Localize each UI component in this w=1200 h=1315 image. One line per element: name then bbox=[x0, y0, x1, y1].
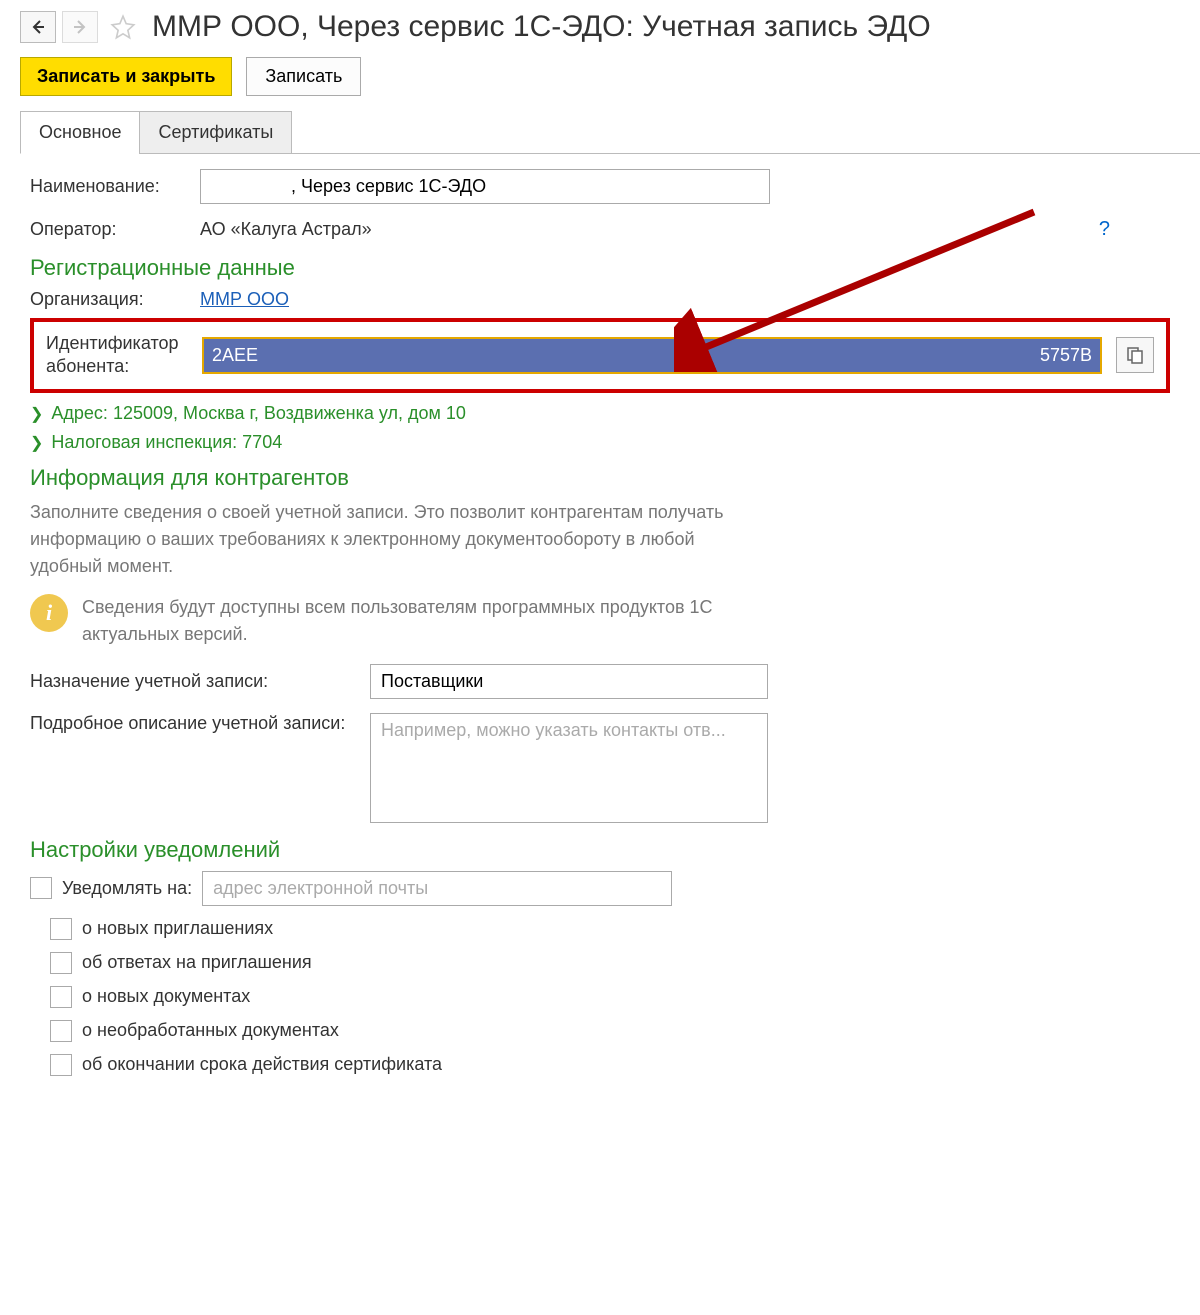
notify-option-label: об ответах на приглашения bbox=[82, 952, 312, 973]
chevron-right-icon: ❯ bbox=[30, 433, 43, 453]
info-note-text: Сведения будут доступны всем пользовател… bbox=[82, 594, 762, 648]
counterparty-section-title: Информация для контрагентов bbox=[30, 465, 1170, 491]
description-label: Подробное описание учетной записи: bbox=[30, 713, 370, 734]
notify-new-docs-checkbox[interactable] bbox=[50, 986, 72, 1008]
chevron-right-icon: ❯ bbox=[30, 404, 43, 424]
subscriber-id-label: Идентификатор абонента: bbox=[46, 332, 194, 379]
notify-section-title: Настройки уведомлений bbox=[30, 837, 1170, 863]
notify-option-label: о необработанных документах bbox=[82, 1020, 339, 1041]
page-title: ММР ООО, Через сервис 1С-ЭДО: Учетная за… bbox=[152, 10, 931, 44]
nav-back-button[interactable] bbox=[20, 11, 56, 43]
save-and-close-button[interactable]: Записать и закрыть bbox=[20, 57, 232, 96]
save-button[interactable]: Записать bbox=[246, 57, 361, 96]
org-link[interactable]: ММР ООО bbox=[200, 289, 289, 310]
favorite-star-icon[interactable] bbox=[108, 12, 138, 42]
notify-unprocessed-docs-checkbox[interactable] bbox=[50, 1020, 72, 1042]
purpose-input[interactable] bbox=[370, 664, 768, 699]
address-expander[interactable]: Адрес: 125009, Москва г, Воздвиженка ул,… bbox=[51, 403, 466, 424]
copy-button[interactable] bbox=[1116, 337, 1154, 373]
toolbar: Записать и закрыть Записать bbox=[0, 49, 1200, 111]
notify-new-invites-checkbox[interactable] bbox=[50, 918, 72, 940]
purpose-label: Назначение учетной записи: bbox=[30, 671, 370, 692]
notify-invite-replies-checkbox[interactable] bbox=[50, 952, 72, 974]
notify-cert-expiry-checkbox[interactable] bbox=[50, 1054, 72, 1076]
org-label: Организация: bbox=[30, 289, 200, 310]
tab-certificates[interactable]: Сертификаты bbox=[139, 111, 292, 154]
help-icon[interactable]: ? bbox=[1099, 218, 1110, 241]
copy-icon bbox=[1126, 346, 1144, 364]
notify-option-label: о новых документах bbox=[82, 986, 250, 1007]
tax-expander[interactable]: Налоговая инспекция: 7704 bbox=[51, 432, 282, 453]
description-textarea[interactable] bbox=[370, 713, 768, 823]
name-label: Наименование: bbox=[30, 176, 200, 197]
registration-section-title: Регистрационные данные bbox=[30, 255, 1170, 281]
notify-on-checkbox[interactable] bbox=[30, 877, 52, 899]
subscriber-id-highlight: Идентификатор абонента: 2AEE 5757B bbox=[30, 318, 1170, 393]
notify-option-label: о новых приглашениях bbox=[82, 918, 273, 939]
tabs-bar: Основное Сертификаты bbox=[0, 111, 1200, 154]
header: ММР ООО, Через сервис 1С-ЭДО: Учетная за… bbox=[0, 0, 1200, 49]
notify-on-label: Уведомлять на: bbox=[62, 878, 192, 899]
subscriber-id-field[interactable]: 2AEE 5757B bbox=[202, 337, 1102, 374]
info-note-block: i Сведения будут доступны всем пользоват… bbox=[30, 594, 1170, 648]
operator-label: Оператор: bbox=[30, 219, 200, 240]
arrow-left-icon bbox=[30, 19, 46, 35]
nav-forward-button[interactable] bbox=[62, 11, 98, 43]
arrow-right-icon bbox=[72, 19, 88, 35]
name-input[interactable] bbox=[200, 169, 770, 204]
notify-email-input[interactable] bbox=[202, 871, 672, 906]
counterparty-description: Заполните сведения о своей учетной запис… bbox=[30, 499, 770, 580]
notify-option-label: об окончании срока действия сертификата bbox=[82, 1054, 442, 1075]
info-icon: i bbox=[30, 594, 68, 632]
operator-value: АО «Калуга Астрал» bbox=[200, 219, 372, 240]
tab-main[interactable]: Основное bbox=[20, 111, 140, 154]
